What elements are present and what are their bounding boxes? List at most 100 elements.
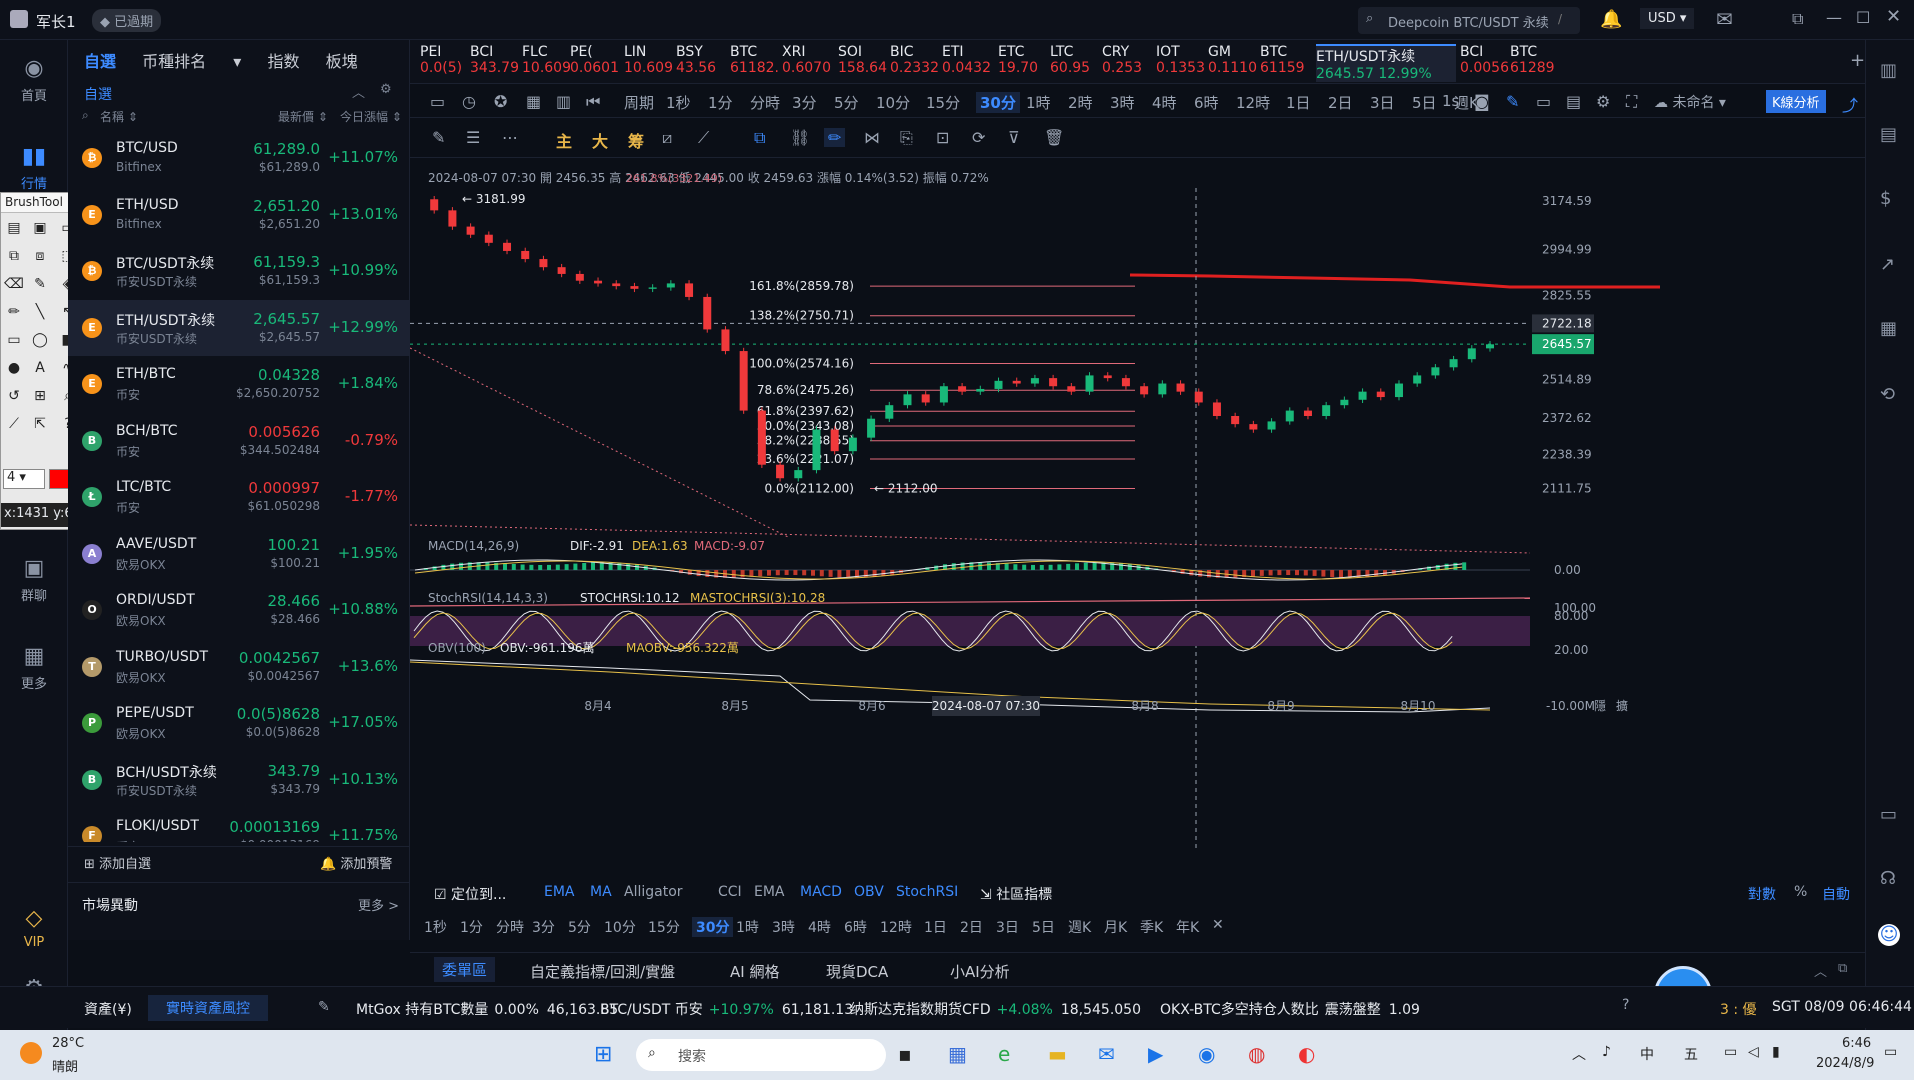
ind-cci[interactable]: CCI	[718, 884, 742, 900]
tray-arrow-icon[interactable]: ︿	[1572, 1044, 1586, 1064]
ticker-tab[interactable]: LIN 10.609	[624, 44, 674, 82]
grid-tool-icon[interactable]: ⊞	[29, 385, 51, 407]
chrome-icon[interactable]: ◍	[1248, 1042, 1265, 1066]
tf2-option[interactable]: 1日	[924, 917, 947, 937]
taskbar-search[interactable]: ⌕ 搜索	[636, 1039, 886, 1071]
tf2-option[interactable]: 2日	[960, 917, 983, 937]
status-ticker[interactable]: MtGox 持有BTC數量 0.00% 46,163.85	[356, 999, 618, 1019]
ticker-tab[interactable]: ETH/USDT永续 2645.57 12.99%	[1316, 44, 1456, 82]
volume-icon[interactable]: ◁	[1748, 1044, 1759, 1060]
main-chart-toggle[interactable]: 主	[556, 128, 572, 152]
menu-icon[interactable]: ☰	[466, 128, 480, 147]
watch-row[interactable]: T TURBO/USDT 欧易OKX 0.0042567 $0.0042567 +13.6…	[68, 639, 410, 695]
task-view-icon[interactable]: ▪	[898, 1042, 912, 1066]
magic-icon[interactable]: ⟳	[972, 128, 985, 147]
tf2-option[interactable]: 5日	[1032, 917, 1055, 937]
ticker-tab[interactable]: BCI 0.0056	[1460, 44, 1510, 82]
app-icon[interactable]: ◐	[1298, 1042, 1315, 1066]
tf2-option[interactable]: 週K	[1068, 917, 1091, 937]
ticker-tab[interactable]: BTC 61182.	[730, 44, 780, 82]
ticker-tab[interactable]: BSY 43.56	[676, 44, 726, 82]
ticker-tab[interactable]: LTC 60.95	[1050, 44, 1100, 82]
watch-row[interactable]: ₿ BTC/USD Bitfinex 61,289.0 $61,289.0 +11.07%	[68, 130, 410, 186]
store-icon[interactable]: ▦	[948, 1042, 967, 1066]
layout-icon[interactable]: ▥	[556, 92, 571, 111]
mail-app-icon[interactable]: ✉	[1098, 1042, 1115, 1066]
windows-icon[interactable]: ⊞	[594, 1042, 612, 1067]
copy-icon[interactable]: ⧉	[3, 245, 25, 267]
assets-label[interactable]: 資產(¥)	[84, 999, 132, 1019]
user-name[interactable]: 军长1	[36, 11, 76, 32]
filter-icon[interactable]: ⊽	[1008, 128, 1020, 147]
tf2-option[interactable]: 年K	[1176, 917, 1199, 937]
ticker-tab[interactable]: BTC 61159	[1260, 44, 1310, 82]
order-book-icon[interactable]: ▤	[1880, 124, 1897, 145]
tab-ai-grid[interactable]: AI 網格	[730, 961, 779, 982]
tf2-option[interactable]: 1秒	[424, 917, 447, 937]
currency-select[interactable]: USD ▾	[1640, 8, 1695, 29]
tf2-option[interactable]: 30分	[692, 917, 734, 937]
community-indicators[interactable]: ⇲ 社區指標	[980, 884, 1052, 904]
paste-icon[interactable]: ⧈	[29, 245, 51, 267]
battery-icon[interactable]: ▮	[1772, 1044, 1780, 1060]
dollar-icon[interactable]: $	[1880, 188, 1891, 209]
ind-obv[interactable]: OBV	[854, 884, 884, 900]
link-icon[interactable]: ⛓	[790, 128, 810, 147]
help-icon[interactable]: ?	[1622, 997, 1629, 1013]
tf-option[interactable]: 3分	[792, 92, 817, 113]
browser-icon[interactable]: e	[998, 1042, 1010, 1066]
collapse-icon[interactable]: ︿	[352, 82, 365, 101]
config-icon[interactable]: ⚙	[1596, 92, 1610, 111]
watch-row[interactable]: E ETH/BTC 币安 0.04328 $2,650.20752 +1.84%	[68, 356, 410, 412]
risk-control-button[interactable]: 實時資產風控	[148, 995, 268, 1021]
hide-toggle[interactable]: 隱	[1594, 699, 1606, 713]
ind-macd[interactable]: MACD	[800, 884, 842, 900]
ticker-tab[interactable]: SOI 158.64	[838, 44, 888, 82]
tf2-option[interactable]: 4時	[808, 917, 831, 937]
ticker-tab[interactable]: BCI 343.79	[470, 44, 520, 82]
add-watch-button[interactable]: ⊞ 添加自選	[84, 853, 151, 872]
tf-option[interactable]: 4時	[1152, 92, 1177, 113]
ticker-tab[interactable]: BTC 61289	[1510, 44, 1560, 82]
brush-icon[interactable]: ⟋	[3, 413, 25, 435]
pen-icon[interactable]: ✎	[1506, 92, 1519, 111]
trend-line[interactable]	[409, 597, 1531, 607]
status-ticker[interactable]: BTC/USDT 币安 +10.97% 61,181.13	[600, 999, 853, 1019]
tf-option[interactable]: 2時	[1068, 92, 1093, 113]
tf-option[interactable]: 5分	[834, 92, 859, 113]
tool-icon-b[interactable]: ⟋	[698, 128, 709, 148]
watch-row[interactable]: A AAVE/USDT 欧易OKX 100.21 $100.21 +1.95%	[68, 526, 410, 582]
mic-icon[interactable]: ♪	[1602, 1044, 1611, 1060]
nav-more[interactable]: ▦ 更多	[0, 644, 68, 692]
undo-icon[interactable]: ↺	[3, 385, 25, 407]
tf2-option[interactable]: 3日	[996, 917, 1019, 937]
col-change[interactable]: 今日漲幅 ⇕	[340, 108, 402, 125]
calendar-icon[interactable]: ▦	[526, 92, 541, 111]
search-small-icon[interactable]: ⌕	[82, 108, 89, 123]
big-order-toggle[interactable]: 大	[592, 128, 608, 152]
mail-icon[interactable]: ✉	[1716, 7, 1733, 31]
trend-dotted[interactable]	[409, 347, 791, 539]
window-icon[interactable]: ▭	[1536, 92, 1551, 111]
picker-icon[interactable]: ✎	[29, 273, 51, 295]
ticker-tab[interactable]: GM 0.1110	[1208, 44, 1258, 82]
trash-icon[interactable]: 🗑	[1044, 128, 1064, 147]
ind-ma[interactable]: MA	[590, 884, 612, 900]
watch-row[interactable]: O ORDI/USDT 欧易OKX 28.466 $28.466 +10.88%	[68, 582, 410, 638]
ticker-tab[interactable]: FLC 10.609	[522, 44, 572, 82]
clock-icon[interactable]: ◷	[462, 92, 476, 111]
tab-spot-dca[interactable]: 現貨DCA	[826, 961, 888, 982]
watch-row[interactable]: E ETH/USDT永续 币安USDT永续 2,645.57 $2,645.57 +12.…	[68, 299, 410, 356]
brush-size-select[interactable]: 4 ▾	[3, 469, 45, 489]
detach-panel-icon[interactable]: ⧉	[1838, 961, 1847, 976]
rewind-icon[interactable]: ⏮	[586, 92, 600, 112]
robot-icon[interactable]: ☺	[1878, 924, 1900, 946]
monitor-icon[interactable]: ▤	[1566, 92, 1581, 111]
ticker-tab[interactable]: CRY 0.253	[1102, 44, 1152, 82]
kline-analysis-button[interactable]: K線分析	[1766, 90, 1826, 113]
line-icon[interactable]: ╲	[29, 301, 51, 323]
expand-toggle[interactable]: 擴	[1616, 698, 1628, 713]
filled-ellipse-icon[interactable]: ●	[3, 357, 25, 379]
collapse-panel-icon[interactable]: ︿	[1814, 961, 1827, 980]
save-icon[interactable]: ▣	[29, 217, 51, 239]
